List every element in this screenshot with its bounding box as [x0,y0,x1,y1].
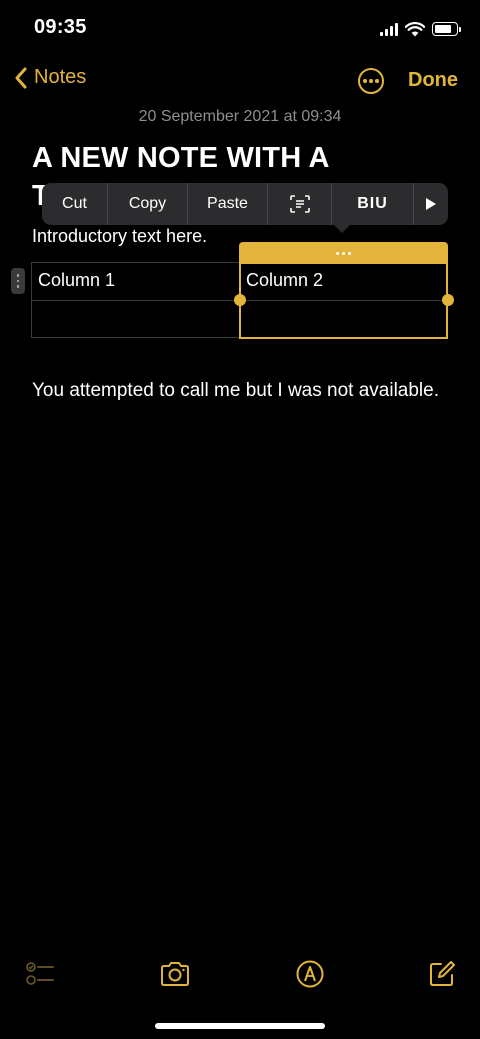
back-label: Notes [34,66,87,88]
format-label: BIU [357,195,388,212]
cellular-signal-icon [380,22,398,36]
compose-button[interactable] [426,958,458,990]
more-options-icon[interactable] [358,68,384,94]
note-date: 20 September 2021 at 09:34 [138,108,342,125]
table-header-cell-1[interactable]: Column 1 [38,270,115,291]
cut-menu-item[interactable]: Cut [42,183,108,225]
column-selection [239,262,448,339]
edit-context-menu: Cut Copy Paste BIU [42,183,448,225]
home-indicator[interactable] [155,1023,325,1029]
markup-pen-icon [296,960,324,988]
selection-start-handle[interactable] [234,294,246,306]
wifi-icon [405,21,425,36]
copy-menu-item[interactable]: Copy [108,183,188,225]
selection-end-handle[interactable] [442,294,454,306]
battery-icon [432,22,461,36]
table-cell-r1c1[interactable] [32,301,239,337]
intro-text[interactable]: Introductory text here. [32,226,207,247]
checklist-button[interactable] [24,958,56,990]
camera-icon [161,962,189,986]
row-handle[interactable] [11,268,25,294]
format-menu-item[interactable]: BIU [332,183,414,225]
play-arrow-icon [426,198,436,210]
done-button[interactable]: Done [408,69,458,92]
camera-button[interactable] [159,958,191,990]
scan-text-menu-item[interactable] [268,183,332,225]
chevron-left-icon [15,67,27,88]
menu-pointer [333,224,351,233]
scan-text-icon [289,195,310,213]
status-time: 09:35 [34,16,87,38]
checklist-icon [26,962,54,985]
column-handle[interactable] [239,242,448,264]
compose-icon [430,961,455,986]
note-title[interactable]: A NEW NOTE WITH A [32,140,330,176]
note-body-text[interactable]: You attempted to call me but I was not a… [32,376,452,405]
back-button[interactable]: Notes [14,66,86,89]
status-icons [380,18,461,40]
paste-menu-item[interactable]: Paste [188,183,268,225]
more-menu-arrow[interactable] [414,183,448,225]
markup-button[interactable] [294,958,326,990]
